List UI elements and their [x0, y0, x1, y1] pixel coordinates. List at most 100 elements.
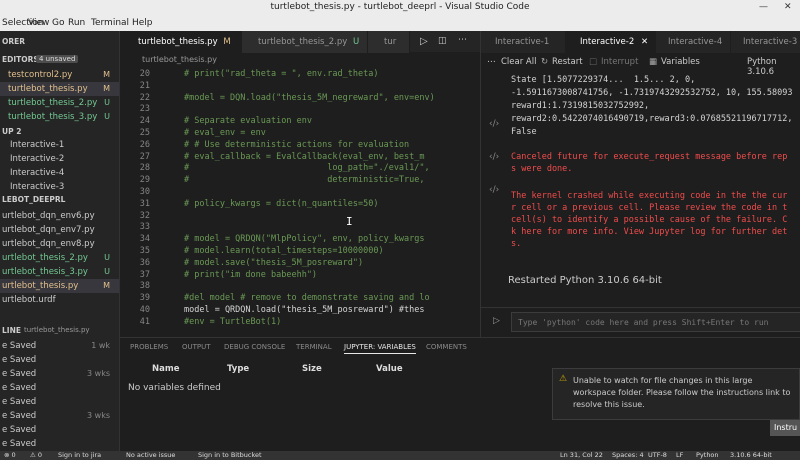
open-file-item[interactable]: turtlebot_thesis_2.py U: [0, 96, 119, 110]
tab-turtlebot-thesis[interactable]: turtlebot_thesis.py M: [120, 31, 242, 53]
tab-comments[interactable]: COMMENTS: [426, 343, 467, 351]
output-line: -1.5911673008741756, -1.7319743292532752…: [511, 88, 793, 98]
column-name[interactable]: Name: [152, 364, 179, 374]
error-line[interactable]: k here for more info. View Jupyter log f…: [511, 227, 787, 237]
line-number: 20: [139, 69, 150, 79]
timeline-item[interactable]: e Saved 1 wk: [0, 339, 119, 353]
run-cell-icon[interactable]: ▷: [493, 316, 500, 326]
file-item[interactable]: urtlebot_thesis_3.py U: [0, 265, 119, 279]
project-header[interactable]: LEBOT_DEEPRL: [0, 193, 119, 207]
code-line[interactable]: #model = DQN.load("thesis_5M_negreward",…: [184, 93, 435, 103]
breadcrumb[interactable]: turtlebot_thesis.py: [120, 53, 480, 67]
close-icon[interactable]: ✕: [784, 2, 792, 12]
code-line[interactable]: # policy_kwargs = dict(n_quantiles=50): [184, 199, 378, 209]
code-line[interactable]: # deterministic=True,: [184, 175, 425, 185]
interrupt-button[interactable]: Interrupt: [601, 57, 638, 67]
group-header[interactable]: UP 2: [0, 125, 119, 139]
open-editors-header[interactable]: EDITORS 4 unsaved: [0, 53, 119, 67]
interactive-item[interactable]: Interactive-4: [0, 166, 119, 180]
interpreter[interactable]: 3.10.6 64-bit: [730, 451, 772, 459]
collapse-icon[interactable]: ‹/›: [489, 185, 499, 195]
open-file-item[interactable]: turtlebot_thesis.py M: [0, 82, 119, 96]
code-line[interactable]: # model.save("thesis_5M_posreward"): [184, 258, 363, 268]
interactive-item[interactable]: Interactive-1: [0, 138, 119, 152]
open-file-item[interactable]: testcontrol2.py M: [0, 68, 119, 82]
warnings-indicator[interactable]: ⚠ 0: [30, 451, 42, 459]
menu-view[interactable]: View: [28, 18, 49, 28]
file-item[interactable]: urtlebot.urdf: [0, 293, 119, 307]
timeline-item[interactable]: e Saved: [0, 381, 119, 395]
tab-debug-console[interactable]: DEBUG CONSOLE: [224, 343, 285, 351]
collapse-icon[interactable]: ‹/›: [489, 119, 499, 129]
menu-run[interactable]: Run: [68, 18, 85, 28]
notification-toast: ⚠ Unable to watch for file changes in th…: [552, 368, 800, 420]
split-editor-icon[interactable]: ◫: [438, 36, 447, 46]
code-line[interactable]: model = QRDQN.load("thesis_5M_posreward"…: [184, 305, 425, 315]
code-line[interactable]: #env = TurtleBot(1): [184, 317, 281, 327]
tab-turtlebot-thesis-2[interactable]: turtlebot_thesis_2.py U: [242, 31, 368, 53]
errors-indicator[interactable]: ⊗ 0: [4, 451, 16, 459]
restart-button[interactable]: Restart: [552, 57, 583, 67]
more-actions-icon[interactable]: ⋯: [458, 35, 467, 45]
tab-terminal[interactable]: TERMINAL: [296, 343, 332, 351]
interactive-item[interactable]: Interactive-2: [0, 152, 119, 166]
file-item[interactable]: urtlebot_dqn_env7.py: [0, 223, 119, 237]
column-value[interactable]: Value: [376, 364, 403, 374]
file-item[interactable]: urtlebot_thesis.py M: [0, 279, 119, 293]
tab-problems[interactable]: PROBLEMS: [130, 343, 168, 351]
variables-button[interactable]: Variables: [661, 57, 700, 67]
cursor-position[interactable]: Ln 31, Col 22: [560, 451, 603, 459]
interactive-input[interactable]: Type 'python' code here and press Shift+…: [511, 312, 800, 332]
code-line[interactable]: # model = QRDQN("MlpPolicy", env, policy…: [184, 234, 425, 244]
clear-all-button[interactable]: Clear All: [501, 57, 536, 67]
tab-interactive-4[interactable]: Interactive-4: [656, 31, 731, 53]
tab-interactive-3[interactable]: Interactive-3: [731, 31, 800, 53]
timeline-item[interactable]: e Saved: [0, 353, 119, 367]
code-line[interactable]: # # Use deterministic actions for evalua…: [184, 140, 409, 150]
restart-icon: ↻: [541, 57, 549, 67]
file-item[interactable]: urtlebot_dqn_env6.py: [0, 209, 119, 223]
timeline-item[interactable]: e Saved: [0, 423, 119, 437]
minimize-icon[interactable]: —: [759, 2, 768, 12]
kernel-picker[interactable]: Python 3.10.6: [747, 57, 800, 77]
code-line[interactable]: # log_path="./eval1/",: [184, 163, 430, 173]
menu-go[interactable]: Go: [52, 18, 64, 28]
tab-interactive-2[interactable]: Interactive-2 ✕: [566, 31, 656, 53]
timeline-item[interactable]: e Saved: [0, 437, 119, 451]
code-line[interactable]: # print("im done babeehh"): [184, 270, 317, 280]
language-mode[interactable]: Python: [696, 451, 719, 459]
more-icon[interactable]: ⋯: [487, 57, 496, 67]
interactive-item[interactable]: Interactive-3: [0, 180, 119, 194]
code-line[interactable]: # eval_env = env: [184, 128, 266, 138]
code-line[interactable]: # eval_callback = EvalCallback(eval_env,…: [184, 152, 425, 162]
run-icon[interactable]: ▷: [420, 36, 428, 47]
line-ending[interactable]: LF: [676, 451, 683, 459]
code-line[interactable]: # Separate evaluation env: [184, 116, 312, 126]
file-item[interactable]: urtlebot_thesis_2.py U: [0, 251, 119, 265]
jira-signin[interactable]: Sign in to jira: [58, 451, 101, 459]
encoding[interactable]: UTF-8: [648, 451, 667, 459]
timeline-item[interactable]: e Saved 3 wks: [0, 409, 119, 423]
column-size[interactable]: Size: [302, 364, 322, 374]
active-issue[interactable]: No active issue: [126, 451, 175, 459]
menu-terminal[interactable]: Terminal: [91, 18, 129, 28]
tab-interactive-1[interactable]: Interactive-1: [481, 31, 566, 53]
menu-help[interactable]: Help: [132, 18, 153, 28]
tab-jupyter-variables[interactable]: JUPYTER: VARIABLES: [344, 343, 416, 354]
tab-tur[interactable]: tur: [368, 31, 410, 53]
file-item[interactable]: urtlebot_dqn_env8.py: [0, 237, 119, 251]
tab-output[interactable]: OUTPUT: [182, 343, 211, 351]
timeline-item[interactable]: e Saved 3 wks: [0, 367, 119, 381]
timeline-header[interactable]: LINE turtlebot_thesis.py: [0, 324, 119, 338]
bitbucket-signin[interactable]: Sign in to Bitbucket: [198, 451, 262, 459]
code-line[interactable]: #del model # remove to demonstrate savin…: [184, 293, 430, 303]
code-line[interactable]: # print("rad_theta = ", env.rad_theta): [184, 69, 378, 79]
code-editor[interactable]: 20 # print("rad_theta = ", env.rad_theta)…: [120, 67, 480, 335]
instructions-button[interactable]: Instru: [770, 420, 800, 436]
code-line[interactable]: # model.learn(total_timesteps=10000000): [184, 246, 384, 256]
column-type[interactable]: Type: [227, 364, 249, 374]
collapse-icon[interactable]: ‹/›: [489, 152, 499, 162]
indentation[interactable]: Spaces: 4: [612, 451, 644, 459]
timeline-item[interactable]: e Saved: [0, 395, 119, 409]
open-file-item[interactable]: turtlebot_thesis_3.py U: [0, 110, 119, 124]
